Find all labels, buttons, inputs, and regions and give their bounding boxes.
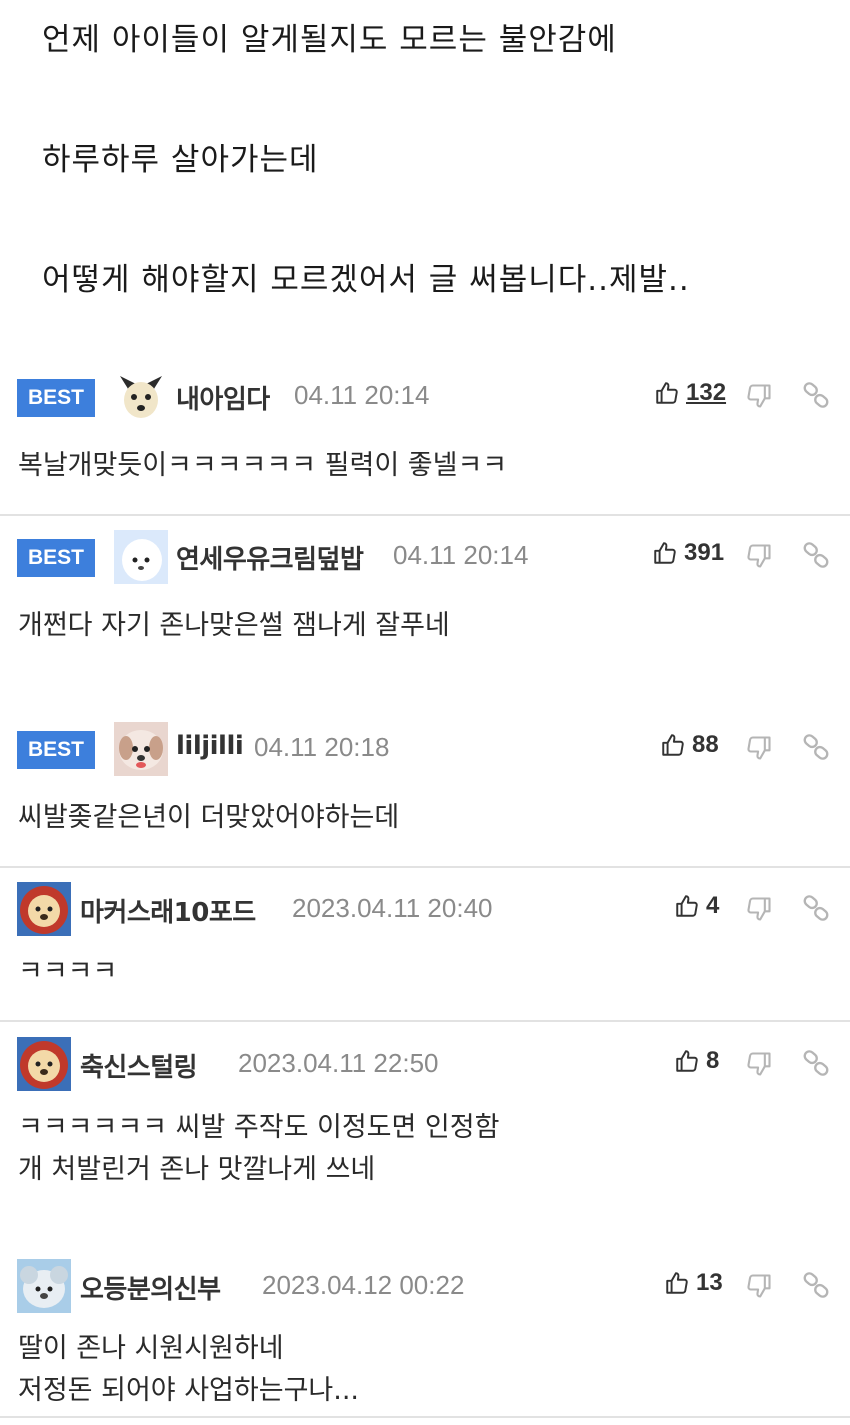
like-count: 132 <box>686 379 727 406</box>
thumbs-down-icon[interactable] <box>745 1050 773 1078</box>
best-badge: BEST <box>17 379 95 417</box>
comment-text: 개쩐다 자기 존나맞은썰 잼나게 잘푸네 <box>18 610 450 641</box>
thumbs-down-icon[interactable] <box>745 734 773 762</box>
comment-text: 씨발좆같은년이 더맞았어야하는데 <box>18 802 400 833</box>
thumbs-down-icon[interactable] <box>745 895 773 923</box>
thumbs-up-icon <box>656 382 678 404</box>
thumbs-up-icon <box>676 1050 698 1072</box>
like-button[interactable]: 132 <box>654 379 726 407</box>
comment-divider <box>0 866 850 868</box>
avatar[interactable] <box>17 1037 71 1091</box>
comment-date: 2023.04.11 22:50 <box>238 1048 439 1078</box>
best-badge: BEST <box>17 539 95 577</box>
link-icon[interactable] <box>802 541 830 569</box>
thumbs-down-icon[interactable] <box>745 1272 773 1300</box>
link-icon[interactable] <box>802 1271 830 1299</box>
comment-text: 딸이 존나 시원시원하네 저정돈 되어야 사업하는구나... <box>18 1333 359 1406</box>
post-line: 어떻게 해야할지 모르겠어서 글 써봅니다..제발.. <box>42 262 690 298</box>
comment-text: 복날개맞듯이ㅋㅋㅋㅋㅋㅋ 필력이 좋넬ㅋㅋ <box>18 450 508 481</box>
comment-nickname[interactable]: 마커스래10포드 <box>80 892 256 929</box>
comment-text: ㅋㅋㅋㅋ <box>18 956 118 987</box>
like-button[interactable]: 4 <box>674 892 719 920</box>
thumbs-up-icon <box>676 895 698 917</box>
link-icon[interactable] <box>802 894 830 922</box>
like-button[interactable]: 88 <box>660 731 719 759</box>
post-line: 하루하루 살아가는데 <box>42 142 319 178</box>
comment-nickname[interactable]: 내아임다 <box>176 379 270 416</box>
like-count: 8 <box>706 1047 720 1074</box>
comment-divider <box>0 514 850 516</box>
best-badge: BEST <box>17 731 95 769</box>
link-icon[interactable] <box>802 1049 830 1077</box>
thumbs-down-icon[interactable] <box>745 542 773 570</box>
like-count: 13 <box>696 1269 723 1296</box>
thumbs-up-icon <box>654 542 676 564</box>
comment-nickname[interactable]: 오등분의신부 <box>80 1269 221 1306</box>
avatar[interactable] <box>114 530 168 584</box>
like-count: 88 <box>692 731 719 758</box>
like-button[interactable]: 8 <box>674 1047 719 1075</box>
avatar[interactable] <box>17 1259 71 1313</box>
avatar[interactable] <box>17 882 71 936</box>
comment-nickname[interactable]: 연세우유크림덮밥 <box>176 539 364 576</box>
comment-date: 2023.04.11 20:40 <box>292 893 493 923</box>
comment-divider <box>0 1020 850 1022</box>
like-count: 391 <box>684 539 725 566</box>
like-button[interactable]: 13 <box>664 1269 723 1297</box>
comment-nickname[interactable]: 축신스털링 <box>80 1047 198 1084</box>
comment-nickname[interactable]: liljilli <box>176 731 244 761</box>
thumbs-up-icon <box>662 734 684 756</box>
avatar[interactable] <box>114 370 168 424</box>
thumbs-down-icon[interactable] <box>745 382 773 410</box>
like-count: 4 <box>706 892 720 919</box>
link-icon[interactable] <box>802 381 830 409</box>
comment-text: ㅋㅋㅋㅋㅋㅋ 씨발 주작도 이정도면 인정함 개 처발린거 존나 맛깔나게 쓰네 <box>18 1112 500 1185</box>
comment-divider <box>0 1416 850 1418</box>
comment-date: 04.11 20:14 <box>294 380 430 410</box>
comment-date: 04.11 20:14 <box>393 540 529 570</box>
comment-date: 2023.04.12 00:22 <box>262 1270 465 1300</box>
link-icon[interactable] <box>802 733 830 761</box>
avatar[interactable] <box>114 722 168 776</box>
thumbs-up-icon <box>666 1272 688 1294</box>
like-button[interactable]: 391 <box>652 539 724 567</box>
post-line: 언제 아이들이 알게될지도 모르는 불안감에 <box>42 22 617 58</box>
comment-date: 04.11 20:18 <box>254 732 390 762</box>
